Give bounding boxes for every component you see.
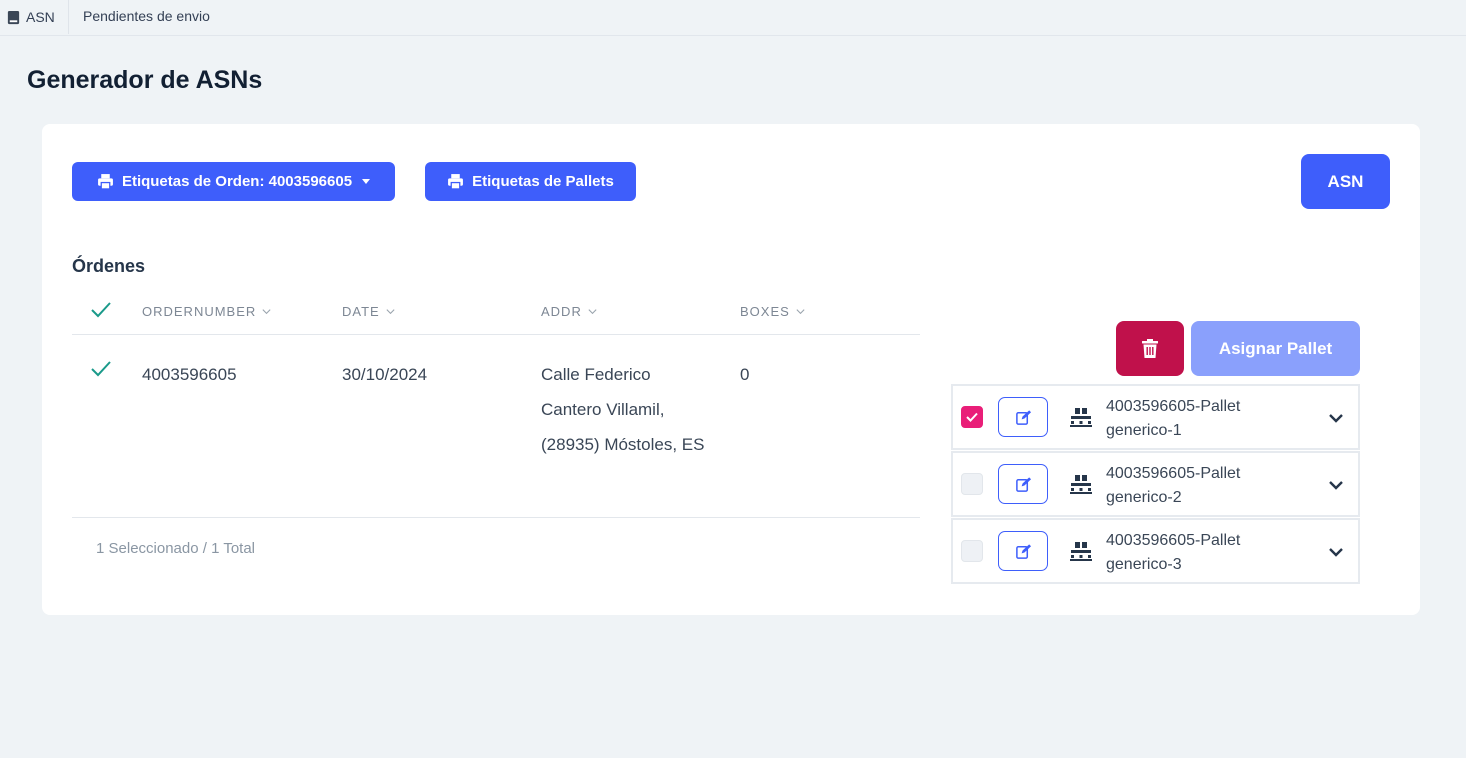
column-boxes-label: BOXES [740, 304, 790, 319]
pallet-checkbox[interactable] [961, 406, 983, 428]
column-date-label: DATE [342, 304, 380, 319]
chevron-down-icon[interactable] [1326, 408, 1346, 428]
row-selected-check-icon[interactable] [89, 357, 113, 381]
edit-icon [1015, 409, 1031, 425]
breadcrumb-asn[interactable]: ASN [6, 0, 69, 34]
pallet-icon [1070, 408, 1092, 427]
pallet-icon [1070, 475, 1092, 494]
pallet-labels-button[interactable]: Etiquetas de Pallets [425, 162, 636, 201]
pallet-item[interactable]: 4003596605-Pallet generico-1 [951, 384, 1360, 450]
sort-chevron-icon [588, 309, 597, 315]
chevron-down-icon[interactable] [1326, 475, 1346, 495]
column-ordernumber-label: ORDERNUMBER [142, 304, 257, 319]
book-icon [7, 10, 20, 24]
printer-icon [448, 174, 464, 190]
select-all-check-icon[interactable] [89, 298, 113, 322]
assign-pallet-button[interactable]: Asignar Pallet [1191, 321, 1360, 376]
orders-title: Órdenes [72, 256, 146, 276]
pallet-name: 4003596605-Pallet generico-3 [1106, 532, 1241, 573]
pallet-labels-label: Etiquetas de Pallets [472, 173, 614, 190]
edit-icon [1015, 476, 1031, 492]
orders-table-header: ORDERNUMBER DATE ADDR BOXES [72, 294, 920, 335]
pallet-icon [1070, 542, 1092, 561]
breadcrumb-current[interactable]: Pendientes de envio [83, 8, 210, 24]
column-date[interactable]: DATE [342, 304, 396, 319]
pallet-checkbox[interactable] [961, 473, 983, 495]
order-labels-button[interactable]: Etiquetas de Orden: 4003596605 [72, 162, 395, 201]
check-icon [966, 412, 978, 422]
cell-date: 30/10/2024 [342, 365, 428, 384]
cell-addr: Calle Federico Cantero Villamil, (28935)… [541, 365, 705, 454]
top-bar: ASN Pendientes de envio [0, 0, 1466, 36]
edit-icon [1015, 543, 1031, 559]
sort-chevron-icon [386, 309, 395, 315]
pallet-item[interactable]: 4003596605-Pallet generico-2 [951, 451, 1360, 517]
edit-pallet-button[interactable] [998, 531, 1048, 571]
caret-down-icon [362, 179, 371, 184]
trash-icon [1142, 338, 1158, 358]
pallet-name: 4003596605-Pallet generico-2 [1106, 465, 1241, 506]
printer-icon [98, 174, 113, 190]
selection-count: 1 Seleccionado / 1 Total [96, 540, 256, 557]
edit-pallet-button[interactable] [998, 464, 1048, 504]
delete-pallet-button[interactable] [1116, 321, 1184, 376]
breadcrumb-asn-label: ASN [26, 9, 55, 25]
cell-boxes: 0 [740, 365, 750, 384]
pallet-name: 4003596605-Pallet generico-1 [1106, 398, 1241, 439]
pallet-checkbox[interactable] [961, 540, 983, 562]
column-boxes[interactable]: BOXES [740, 304, 806, 319]
sort-chevron-icon [796, 309, 805, 315]
cell-ordernumber: 4003596605 [142, 365, 237, 384]
order-labels-label: Etiquetas de Orden: 4003596605 [121, 173, 353, 190]
table-row[interactable]: 4003596605 30/10/2024 Calle Federico Can… [72, 335, 920, 518]
asn-button[interactable]: ASN [1301, 154, 1390, 209]
column-ordernumber[interactable]: ORDERNUMBER [142, 304, 272, 319]
column-addr-label: ADDR [541, 304, 582, 319]
page-title: Generador de ASNs [27, 66, 263, 94]
edit-pallet-button[interactable] [998, 397, 1048, 437]
chevron-down-icon[interactable] [1326, 542, 1346, 562]
sort-chevron-icon [262, 309, 271, 315]
asn-card: Etiquetas de Orden: 4003596605 Etiquetas… [42, 124, 1420, 615]
pallet-item[interactable]: 4003596605-Pallet generico-3 [951, 518, 1360, 584]
column-addr[interactable]: ADDR [541, 304, 598, 319]
